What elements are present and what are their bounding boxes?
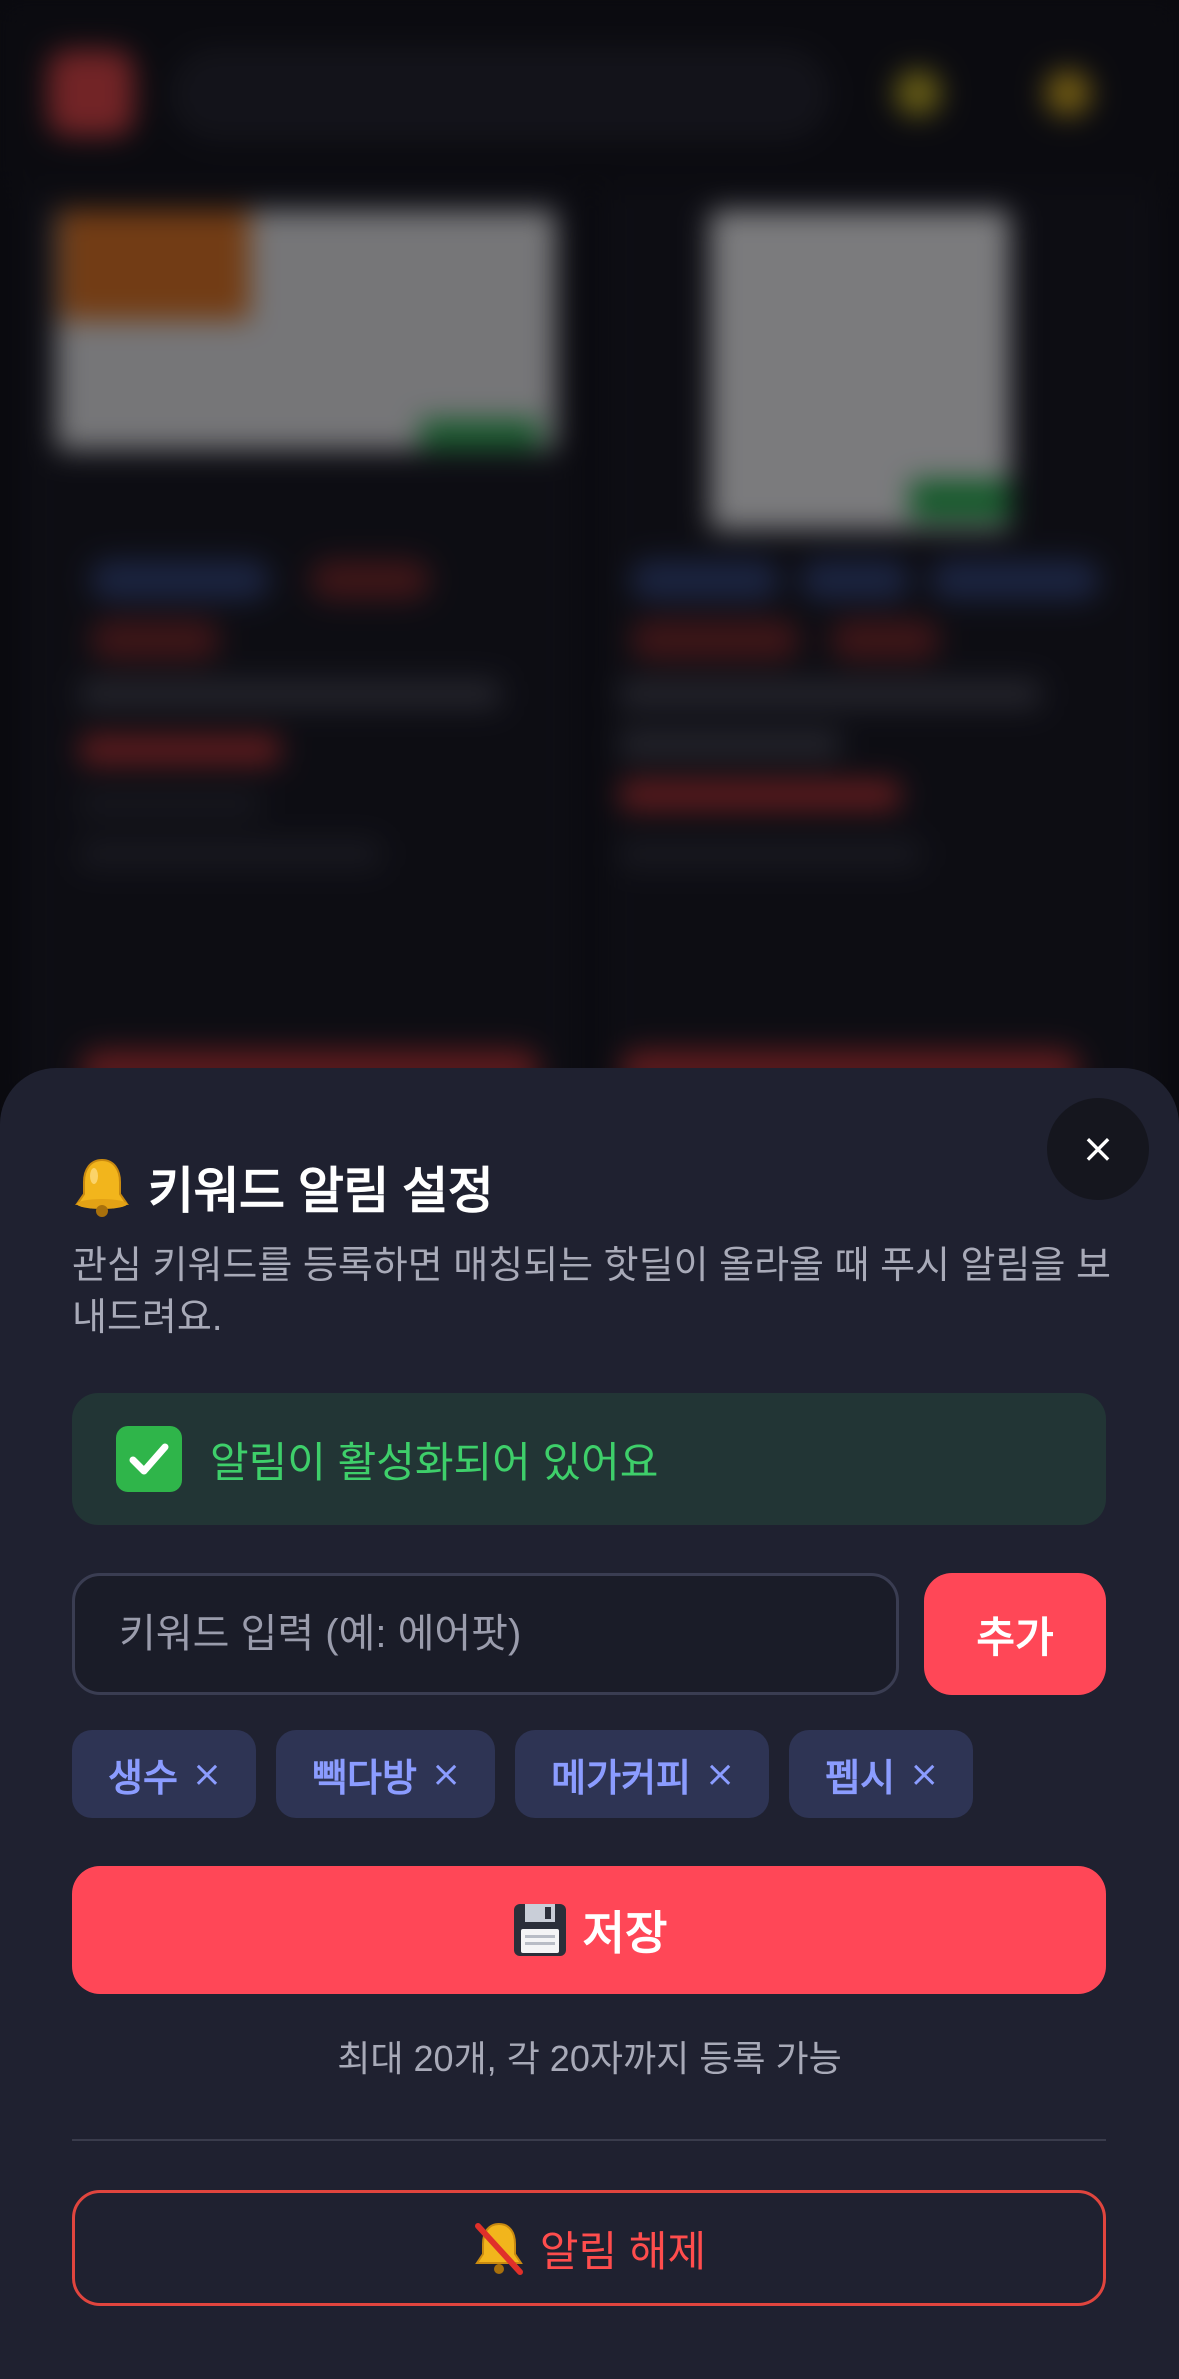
keyword-chip-label: 펩시 [825,1757,896,1800]
keyword-input[interactable] [72,1573,899,1695]
keyword-chip-label: 생수 [108,1757,178,1800]
disable-alert-label: 알림 해제 [539,2227,707,2275]
background-deal-card [20,190,580,1100]
keyword-chip-label: 빽다방 [312,1757,417,1800]
remove-keyword-icon[interactable]: × [705,1754,735,1795]
alert-status-banner: 알림이 활성화되어 있어요 [72,1393,1106,1525]
background-icon [1045,70,1091,116]
divider [72,2139,1106,2141]
remove-keyword-icon[interactable]: × [431,1754,461,1795]
floppy-disk-icon [511,1901,569,1959]
keyword-chip-label: 메가커피 [551,1757,691,1800]
background-search-bar [170,48,830,140]
keyword-input-row: 추가 [72,1573,1106,1695]
save-button[interactable]: 저장 [72,1866,1106,1994]
remove-keyword-icon[interactable]: × [909,1754,939,1795]
background-app-blurred [0,0,1179,1100]
add-keyword-button[interactable]: 추가 [924,1573,1106,1695]
background-logo [48,50,134,136]
close-icon: × [1081,1126,1115,1172]
keyword-chip[interactable]: 빽다방 × [276,1730,496,1818]
keyword-limit-hint: 최대 20개, 각 20자까지 등록 가능 [337,2038,842,2079]
muted-bell-icon [472,2220,526,2276]
sheet-description: 관심 키워드를 등록하면 매칭되는 핫딜이 올라올 때 푸시 알림을 보내드려요… [72,1245,1111,1339]
keyword-alert-sheet: × 키워드 알림 설정 관심 키워드를 등록하면 매칭되는 핫딜이 올라올 때 … [0,1068,1179,2379]
background-deal-card [600,190,1160,1100]
background-header [0,0,1179,190]
sheet-title: 키워드 알림 설정 [148,1163,494,1219]
keyword-chip[interactable]: 메가커피 × [515,1730,770,1818]
keyword-chip[interactable]: 생수 × [72,1730,257,1818]
keyword-chip-list: 생수 × 빽다방 × 메가커피 × 펩시 × [72,1730,974,1818]
check-mark-icon [116,1426,182,1492]
remove-keyword-icon[interactable]: × [192,1754,222,1795]
sheet-header: 키워드 알림 설정 [72,1152,494,1222]
alert-status-text: 알림이 활성화되어 있어요 [210,1438,659,1486]
bell-icon [72,1156,132,1218]
background-icon [895,70,941,116]
close-button[interactable]: × [1047,1098,1149,1200]
keyword-chip[interactable]: 펩시 × [789,1730,974,1818]
disable-alert-button[interactable]: 알림 해제 [72,2190,1106,2306]
save-button-label: 저장 [582,1907,668,1959]
